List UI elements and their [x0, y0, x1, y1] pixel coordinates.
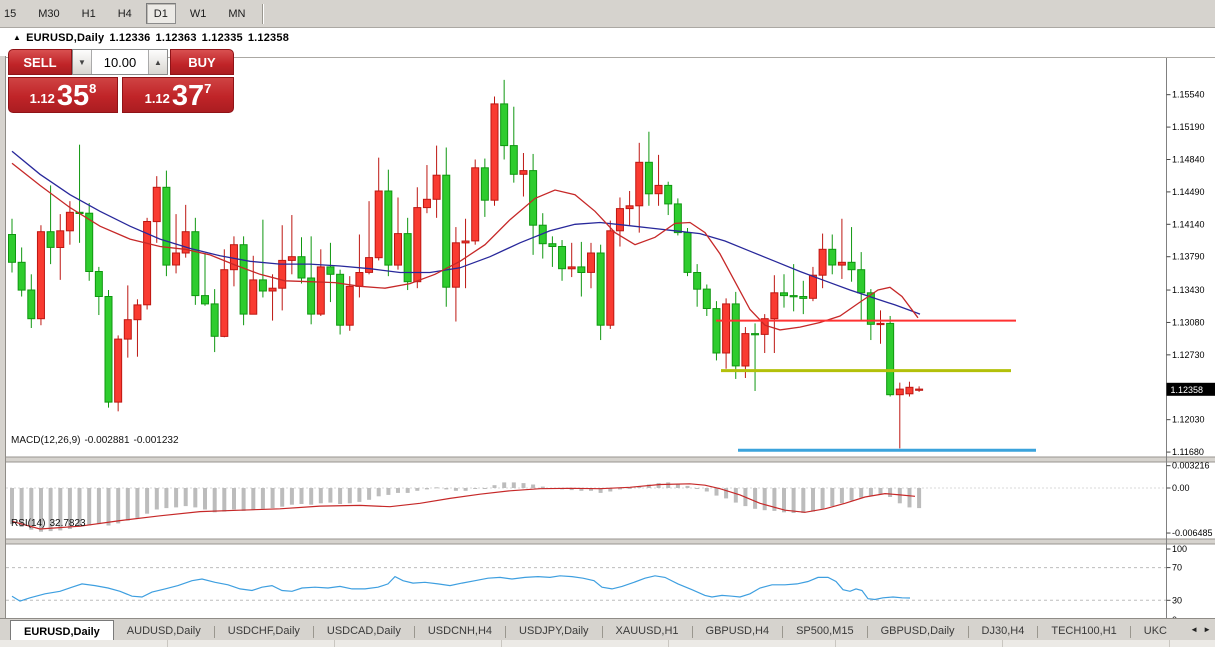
price-axis: 1.15540 1.15190 1.14840 1.14490 1.14140 1.137… — [1167, 90, 1215, 457]
macd-title: MACD(12,26,9) — [11, 435, 80, 446]
svg-text:1.13080: 1.13080 — [1172, 317, 1205, 327]
panel-separator[interactable] — [0, 539, 1215, 544]
macd-histogram — [10, 482, 921, 531]
sell-big-figure: 1.12 — [30, 91, 55, 106]
chart-canvas[interactable]: 1.15540 1.15190 1.14840 1.14490 1.14140 1.137… — [0, 56, 1215, 646]
svg-text:1.14840: 1.14840 — [1172, 154, 1205, 164]
macd-indicator-label: MACD(12,26,9) -0.002881 -0.001232 — [11, 435, 183, 446]
trading-terminal-window: 15M30H1H4D1W1MN 1.155401.151901.148401.1… — [0, 0, 1215, 647]
rsi-line — [12, 576, 910, 601]
strip-line — [167, 640, 168, 647]
tab-eurusd-daily[interactable]: EURUSD,Daily — [10, 620, 114, 641]
ohlc-low: 1.12335 — [202, 32, 243, 44]
toolbar-separator — [262, 4, 264, 24]
sell-price-display[interactable]: 1.12358 — [8, 77, 118, 113]
tab-usdchf-daily[interactable]: USDCHF,Daily — [215, 621, 313, 641]
svg-text:1.14140: 1.14140 — [1172, 219, 1205, 229]
timeframe-button-h4[interactable]: H4 — [110, 3, 140, 24]
tab-gbpusd-h4[interactable]: GBPUSD,H4 — [693, 621, 783, 641]
svg-text:1.12358: 1.12358 — [1171, 385, 1204, 395]
rsi-axis-label: 70 — [1172, 563, 1182, 573]
bar-direction-icon: ▲ — [13, 33, 21, 42]
timeframe-button-h1[interactable]: H1 — [74, 3, 104, 24]
timeframe-button-w1[interactable]: W1 — [182, 3, 215, 24]
svg-text:1.15190: 1.15190 — [1172, 122, 1205, 132]
sell-pipette: 8 — [89, 81, 96, 96]
rsi-indicator-label: RSI(14) 32.7823 — [11, 518, 90, 529]
macd-signal-value: -0.001232 — [134, 435, 179, 446]
svg-text:1.14490: 1.14490 — [1172, 187, 1205, 197]
volume-increase-button[interactable]: ▲ — [148, 50, 167, 74]
chart-window: 1.15540 1.15190 1.14840 1.14490 1.14140 1.137… — [0, 28, 1215, 618]
candlesticks — [9, 80, 923, 449]
volume-stepper: ▼ 10.00 ▲ — [72, 49, 168, 75]
buy-big-figure: 1.12 — [145, 91, 170, 106]
tab-scroll-arrows: ◄ ► — [1190, 625, 1211, 635]
sell-pips: 35 — [57, 83, 89, 109]
tab-audusd-daily[interactable]: AUDUSD,Daily — [114, 621, 214, 641]
one-click-trading-panel: SELL ▼ 10.00 ▲ BUY 1.12358 1.12377 — [8, 49, 234, 113]
svg-text:1.13790: 1.13790 — [1172, 252, 1205, 262]
tab-usdjpy-daily[interactable]: USDJPY,Daily — [506, 621, 602, 641]
ohlc-close: 1.12358 — [248, 32, 289, 44]
strip-line — [334, 640, 335, 647]
timeframe-button-d1[interactable]: D1 — [146, 3, 176, 24]
ohlc-high: 1.12363 — [156, 32, 197, 44]
svg-text:1.12030: 1.12030 — [1172, 415, 1205, 425]
macd-axis-label: 0.00 — [1172, 483, 1190, 493]
strip-line — [1002, 640, 1003, 647]
tab-xauusd-h1[interactable]: XAUUSD,H1 — [603, 621, 692, 641]
tab-ukc[interactable]: UKC — [1131, 621, 1180, 641]
sell-button[interactable]: SELL — [8, 49, 72, 75]
buy-button[interactable]: BUY — [170, 49, 234, 75]
rsi-axis-label: 100 — [1172, 544, 1187, 554]
svg-text:1.15540: 1.15540 — [1172, 90, 1205, 100]
tab-tech100-h1[interactable]: TECH100,H1 — [1038, 621, 1129, 641]
macd-main-value: -0.002881 — [84, 435, 129, 446]
workspace-bottom-strip — [0, 640, 1215, 647]
macd-axis-label: -0.006485 — [1172, 528, 1213, 538]
rsi-value: 32.7823 — [49, 518, 85, 529]
tab-gbpusd-daily[interactable]: GBPUSD,Daily — [868, 621, 968, 641]
tab-usdcad-daily[interactable]: USDCAD,Daily — [314, 621, 414, 641]
volume-decrease-button[interactable]: ▼ — [73, 50, 92, 74]
svg-text:1.12730: 1.12730 — [1172, 350, 1205, 360]
strip-line — [668, 640, 669, 647]
strip-line — [1169, 640, 1170, 647]
rsi-title: RSI(14) — [11, 518, 45, 529]
chart-tabs: EURUSD,DailyAUDUSD,DailyUSDCHF,DailyUSDC… — [10, 619, 1180, 641]
svg-text:1.13430: 1.13430 — [1172, 285, 1205, 295]
volume-input[interactable]: 10.00 — [92, 50, 148, 74]
buy-pips: 37 — [172, 83, 204, 109]
timeframe-button-mn[interactable]: MN — [220, 3, 253, 24]
rsi-axis-label: 30 — [1172, 595, 1182, 605]
tab-scroll-left-icon[interactable]: ◄ — [1190, 625, 1198, 635]
timeframe-button-m30[interactable]: M30 — [30, 3, 67, 24]
chart-symbol-label: EURUSD,Daily — [26, 32, 104, 44]
panel-separator[interactable] — [0, 457, 1215, 462]
buy-pipette: 7 — [204, 81, 211, 96]
chart-ohlc-header: ▲ EURUSD,Daily 1.12336 1.12363 1.12335 1.1235… — [13, 32, 294, 44]
buy-price-display[interactable]: 1.12377 — [122, 77, 234, 113]
tab-sp500-m15[interactable]: SP500,M15 — [783, 621, 866, 641]
strip-line — [835, 640, 836, 647]
timeframe-toolbar: 15 M30 H1 H4 D1 W1MN — [0, 0, 1215, 28]
strip-line — [501, 640, 502, 647]
timeframe-button-15[interactable]: 15 — [0, 3, 24, 24]
tab-usdcnh-h4[interactable]: USDCNH,H4 — [415, 621, 505, 641]
ohlc-open: 1.12336 — [109, 32, 150, 44]
window-left-edge — [0, 56, 6, 646]
tab-scroll-right-icon[interactable]: ► — [1203, 625, 1211, 635]
svg-text:1.11680: 1.11680 — [1172, 447, 1204, 457]
tab-dj30-h4[interactable]: DJ30,H4 — [969, 621, 1038, 641]
macd-axis-label: 0.003216 — [1172, 461, 1210, 471]
